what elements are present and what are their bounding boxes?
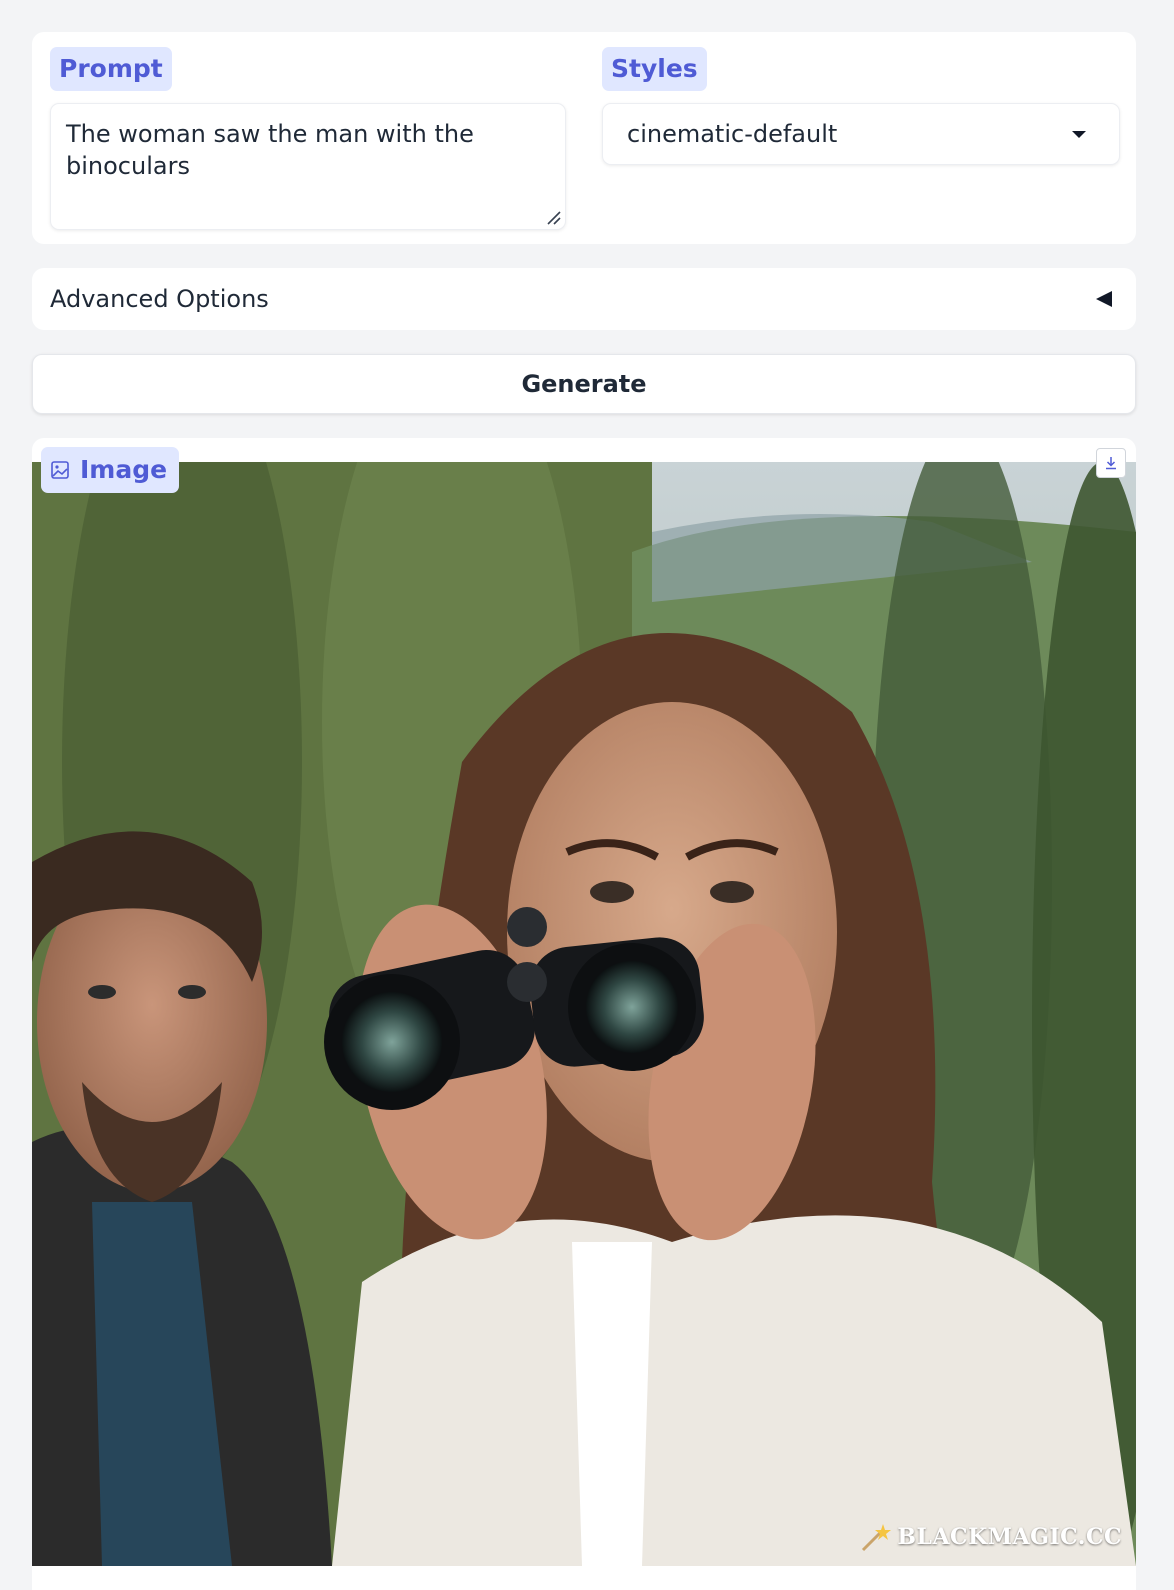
download-button[interactable]: [1096, 448, 1126, 478]
advanced-options-accordion[interactable]: Advanced Options: [32, 268, 1136, 330]
generated-image: BLACKMAGIC.CC: [32, 462, 1136, 1566]
watermark-text: BLACKMAGIC.CC: [897, 1524, 1122, 1550]
prompt-text: The woman saw the man with the binocular…: [66, 120, 474, 180]
styles-label: Styles: [602, 47, 707, 91]
download-icon: [1106, 457, 1116, 470]
image-output-panel: Image BLACKMAGIC.CC: [32, 438, 1136, 1590]
image-label-chip: Image: [41, 447, 180, 493]
advanced-options-label: Advanced Options: [50, 285, 269, 313]
magic-wand-icon: [862, 1524, 892, 1552]
styles-dropdown[interactable]: cinematic-default: [602, 103, 1120, 165]
prompt-label: Prompt: [50, 47, 172, 91]
triangle-left-icon: [1096, 291, 1112, 307]
resize-grip-icon[interactable]: [546, 210, 562, 226]
styles-selected-value: cinematic-default: [627, 120, 838, 148]
prompt-textarea[interactable]: The woman saw the man with the binocular…: [50, 103, 566, 230]
input-panel: Prompt The woman saw the man with the bi…: [32, 32, 1136, 244]
image-label: Image: [80, 455, 168, 484]
image-icon: [51, 461, 69, 479]
watermark: BLACKMAGIC.CC: [859, 1522, 1122, 1552]
chevron-down-icon: [1072, 131, 1086, 138]
page: Prompt The woman saw the man with the bi…: [0, 0, 1174, 1590]
generated-photo: [32, 462, 1136, 1566]
generate-button[interactable]: Generate: [32, 354, 1136, 414]
